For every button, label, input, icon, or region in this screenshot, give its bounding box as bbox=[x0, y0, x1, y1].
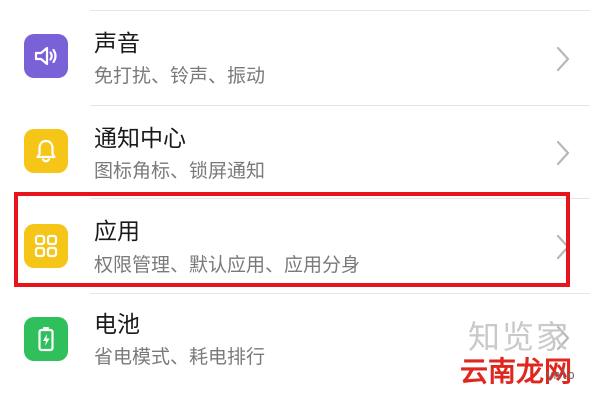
speaker-icon bbox=[24, 34, 68, 78]
settings-item-title: 通知中心 bbox=[94, 126, 186, 152]
divider bbox=[90, 105, 590, 106]
chevron-right-icon bbox=[556, 325, 570, 355]
settings-item-subtitle: 省电模式、耗电排行 bbox=[94, 346, 266, 368]
settings-item-subtitle: 图标角标、锁屏通知 bbox=[94, 160, 266, 182]
settings-item-subtitle: 权限管理、默认应用、应用分身 bbox=[94, 254, 361, 276]
settings-item-subtitle: 免打扰、铃声、振动 bbox=[94, 65, 266, 87]
settings-item-title: 电池 bbox=[94, 312, 140, 338]
settings-item-title: 应用 bbox=[94, 219, 140, 245]
settings-item-battery[interactable]: 电池 省电模式、耗电排行 bbox=[0, 295, 600, 387]
bell-icon bbox=[24, 129, 68, 173]
battery-icon bbox=[24, 317, 68, 361]
settings-item-title: 声音 bbox=[94, 31, 140, 57]
settings-item-apps[interactable]: 应用 权限管理、默认应用、应用分身 bbox=[0, 198, 600, 290]
grid-icon bbox=[24, 224, 68, 268]
chevron-right-icon bbox=[556, 140, 570, 170]
chevron-right-icon bbox=[556, 46, 570, 76]
divider bbox=[90, 10, 590, 11]
chevron-right-icon bbox=[556, 234, 570, 264]
divider bbox=[90, 293, 590, 294]
settings-item-notification-center[interactable]: 通知中心 图标角标、锁屏通知 bbox=[0, 107, 600, 199]
settings-screen: 声音 免打扰、铃声、振动 通知中心 图标角标、锁屏通知 应用 权限管理、默认应用… bbox=[0, 0, 600, 400]
settings-item-sound[interactable]: 声音 免打扰、铃声、振动 bbox=[0, 14, 600, 106]
